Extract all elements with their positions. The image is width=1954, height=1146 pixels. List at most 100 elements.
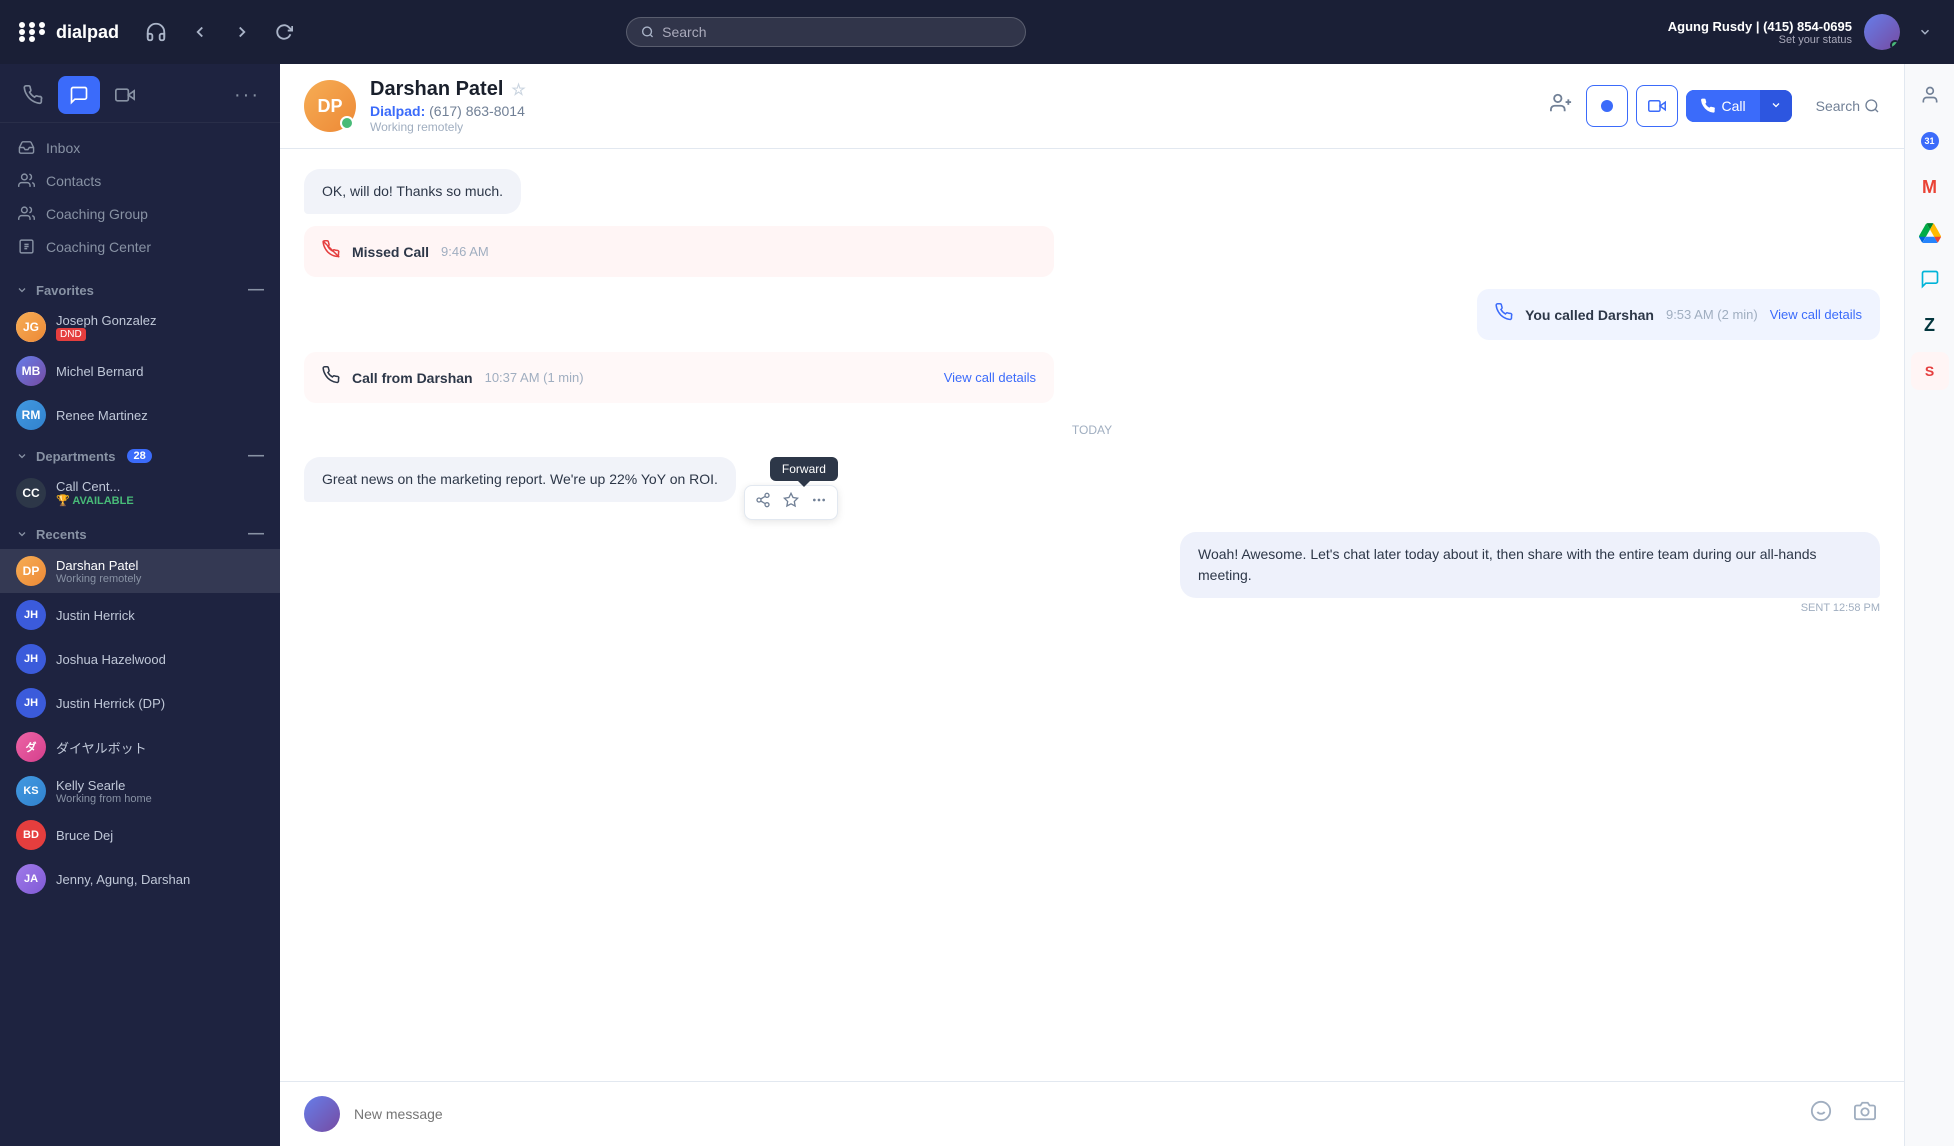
headset-button[interactable] [139, 15, 173, 49]
user-status-text[interactable]: Set your status [1668, 34, 1852, 46]
sidebar-tab-chat[interactable] [58, 76, 100, 114]
recent-jenny[interactable]: JA Jenny, Agung, Darshan [0, 857, 280, 901]
kelly-name: Kelly Searle [56, 778, 264, 793]
share-message-button[interactable] [751, 490, 775, 515]
add-person-button[interactable] [1544, 86, 1578, 126]
more-actions-button[interactable] [807, 490, 831, 515]
call-button[interactable]: Call [1686, 90, 1760, 122]
right-sidebar: 31 M Z S [1904, 64, 1954, 1146]
user-online-dot [1890, 40, 1900, 50]
right-icon-chat[interactable] [1911, 260, 1949, 298]
drive-icon [1919, 222, 1941, 244]
sidebar-tab-more[interactable]: ··· [226, 76, 268, 114]
logo-text: dialpad [56, 22, 119, 43]
joseph-name: Joseph Gonzalez [56, 313, 264, 328]
recent-dialbot[interactable]: ダ ダイヤルボット [0, 725, 280, 769]
message-input[interactable] [354, 1106, 1792, 1122]
departments-minus-icon[interactable]: — [248, 447, 264, 465]
outgoing-call-details-link[interactable]: View call details [1770, 307, 1862, 322]
departments-badge: 28 [127, 449, 151, 463]
dept-callcenter[interactable]: CC Call Cent... 🏆 AVAILABLE [0, 471, 280, 515]
video-call-button[interactable] [1636, 85, 1678, 127]
sidebar-tabs: ··· [0, 64, 280, 123]
departments-section-header[interactable]: Departments 28 — [0, 437, 280, 471]
sidebar-item-contacts[interactable]: Contacts [0, 164, 280, 197]
user-menu-button[interactable] [1912, 19, 1938, 45]
call-icon [1700, 98, 1716, 114]
michel-avatar: MB [16, 356, 46, 386]
chat-contact-phone: Dialpad: (617) 863-8014 [370, 103, 1544, 119]
sidebar-item-coaching-center[interactable]: Coaching Center [0, 230, 280, 263]
refresh-button[interactable] [269, 17, 299, 47]
contact-item-renee[interactable]: RM Renee Martinez [0, 393, 280, 437]
kelly-sub: Working from home [56, 793, 264, 805]
recent-darshan[interactable]: DP Darshan Patel Working remotely [0, 549, 280, 593]
recent-justin[interactable]: JH Justin Herrick [0, 593, 280, 637]
more-dots-icon: ··· [234, 84, 260, 107]
sidebar-item-inbox[interactable]: Inbox [0, 131, 280, 164]
favorites-section-header[interactable]: Favorites — [0, 271, 280, 305]
renee-info: Renee Martinez [56, 408, 264, 423]
joseph-dnd-badge: DND [56, 328, 86, 341]
left-sidebar: ··· Inbox Contacts Coaching Gro [0, 64, 280, 1146]
main-content: ··· Inbox Contacts Coaching Gro [0, 64, 1954, 1146]
sidebar-item-coaching-group[interactable]: Coaching Group [0, 197, 280, 230]
star-message-button[interactable] [779, 490, 803, 515]
right-icon-sheets[interactable]: S [1911, 352, 1949, 390]
emoji-button[interactable] [1806, 1096, 1836, 1132]
recent-joshua[interactable]: JH Joshua Hazelwood [0, 637, 280, 681]
share-icon [755, 492, 771, 508]
msg-bubble-received-1: OK, will do! Thanks so much. [304, 169, 521, 214]
emoji-icon [1810, 1100, 1832, 1122]
star-icon[interactable]: ☆ [511, 80, 525, 100]
search-chat-link[interactable]: Search [1816, 98, 1880, 114]
kelly-avatar: KS [16, 776, 46, 806]
refresh-icon [275, 23, 293, 41]
back-icon [191, 23, 209, 41]
callcenter-name: Call Cent... [56, 479, 264, 494]
search-chat-icon [1864, 98, 1880, 114]
chat-contact-status: Working remotely [370, 120, 1544, 134]
search-action[interactable]: Search [1816, 98, 1880, 114]
kelly-info: Kelly Searle Working from home [56, 778, 264, 805]
justin-dp-name: Justin Herrick (DP) [56, 696, 264, 711]
recent-bruce[interactable]: BD Bruce Dej [0, 813, 280, 857]
contacts-label: Contacts [46, 173, 101, 189]
right-icon-drive[interactable] [1911, 214, 1949, 252]
search-input[interactable] [662, 24, 1011, 40]
contact-item-joseph[interactable]: JG Joseph Gonzalez DND [0, 305, 280, 349]
recent-justin-dp[interactable]: JH Justin Herrick (DP) [0, 681, 280, 725]
missed-call-icon [322, 240, 340, 263]
right-icon-calendar[interactable]: 31 [1911, 122, 1949, 160]
forward-button[interactable] [227, 17, 257, 47]
favorites-minus-icon[interactable]: — [248, 281, 264, 299]
phone-number: (617) 863-8014 [429, 103, 525, 119]
camera-button[interactable] [1850, 1096, 1880, 1132]
chat-contact-avatar: DP [304, 80, 356, 132]
right-icon-gmail[interactable]: M [1911, 168, 1949, 206]
messages-area[interactable]: OK, will do! Thanks so much. Missed Call… [280, 149, 1904, 1081]
sidebar-tab-video[interactable] [104, 76, 146, 114]
right-icon-zendesk[interactable]: Z [1911, 306, 1949, 344]
chat-contact-online-dot [340, 116, 354, 130]
record-button[interactable] [1586, 85, 1628, 127]
call-dropdown-caret[interactable] [1760, 90, 1792, 122]
outgoing-call-icon [1495, 303, 1513, 326]
msg-text-3: Woah! Awesome. Let's chat later today ab… [1198, 546, 1817, 583]
contact-item-michel[interactable]: MB Michel Bernard [0, 349, 280, 393]
search-bar[interactable] [626, 17, 1026, 47]
back-button[interactable] [185, 17, 215, 47]
recents-section-header[interactable]: Recents — [0, 515, 280, 549]
incoming-call-details-link[interactable]: View call details [944, 370, 1036, 385]
sidebar-tab-phone[interactable] [12, 76, 54, 114]
renee-name: Renee Martinez [56, 408, 264, 423]
user-avatar[interactable] [1864, 14, 1900, 50]
right-icon-person[interactable] [1911, 76, 1949, 114]
dialpad-logo-icon [16, 21, 48, 43]
favorites-controls: — [248, 281, 264, 299]
recent-kelly[interactable]: KS Kelly Searle Working from home [0, 769, 280, 813]
recents-minus-icon[interactable]: — [248, 525, 264, 543]
favorites-chevron-icon [16, 284, 28, 296]
phone-tab-icon [23, 85, 43, 105]
renee-avatar: RM [16, 400, 46, 430]
